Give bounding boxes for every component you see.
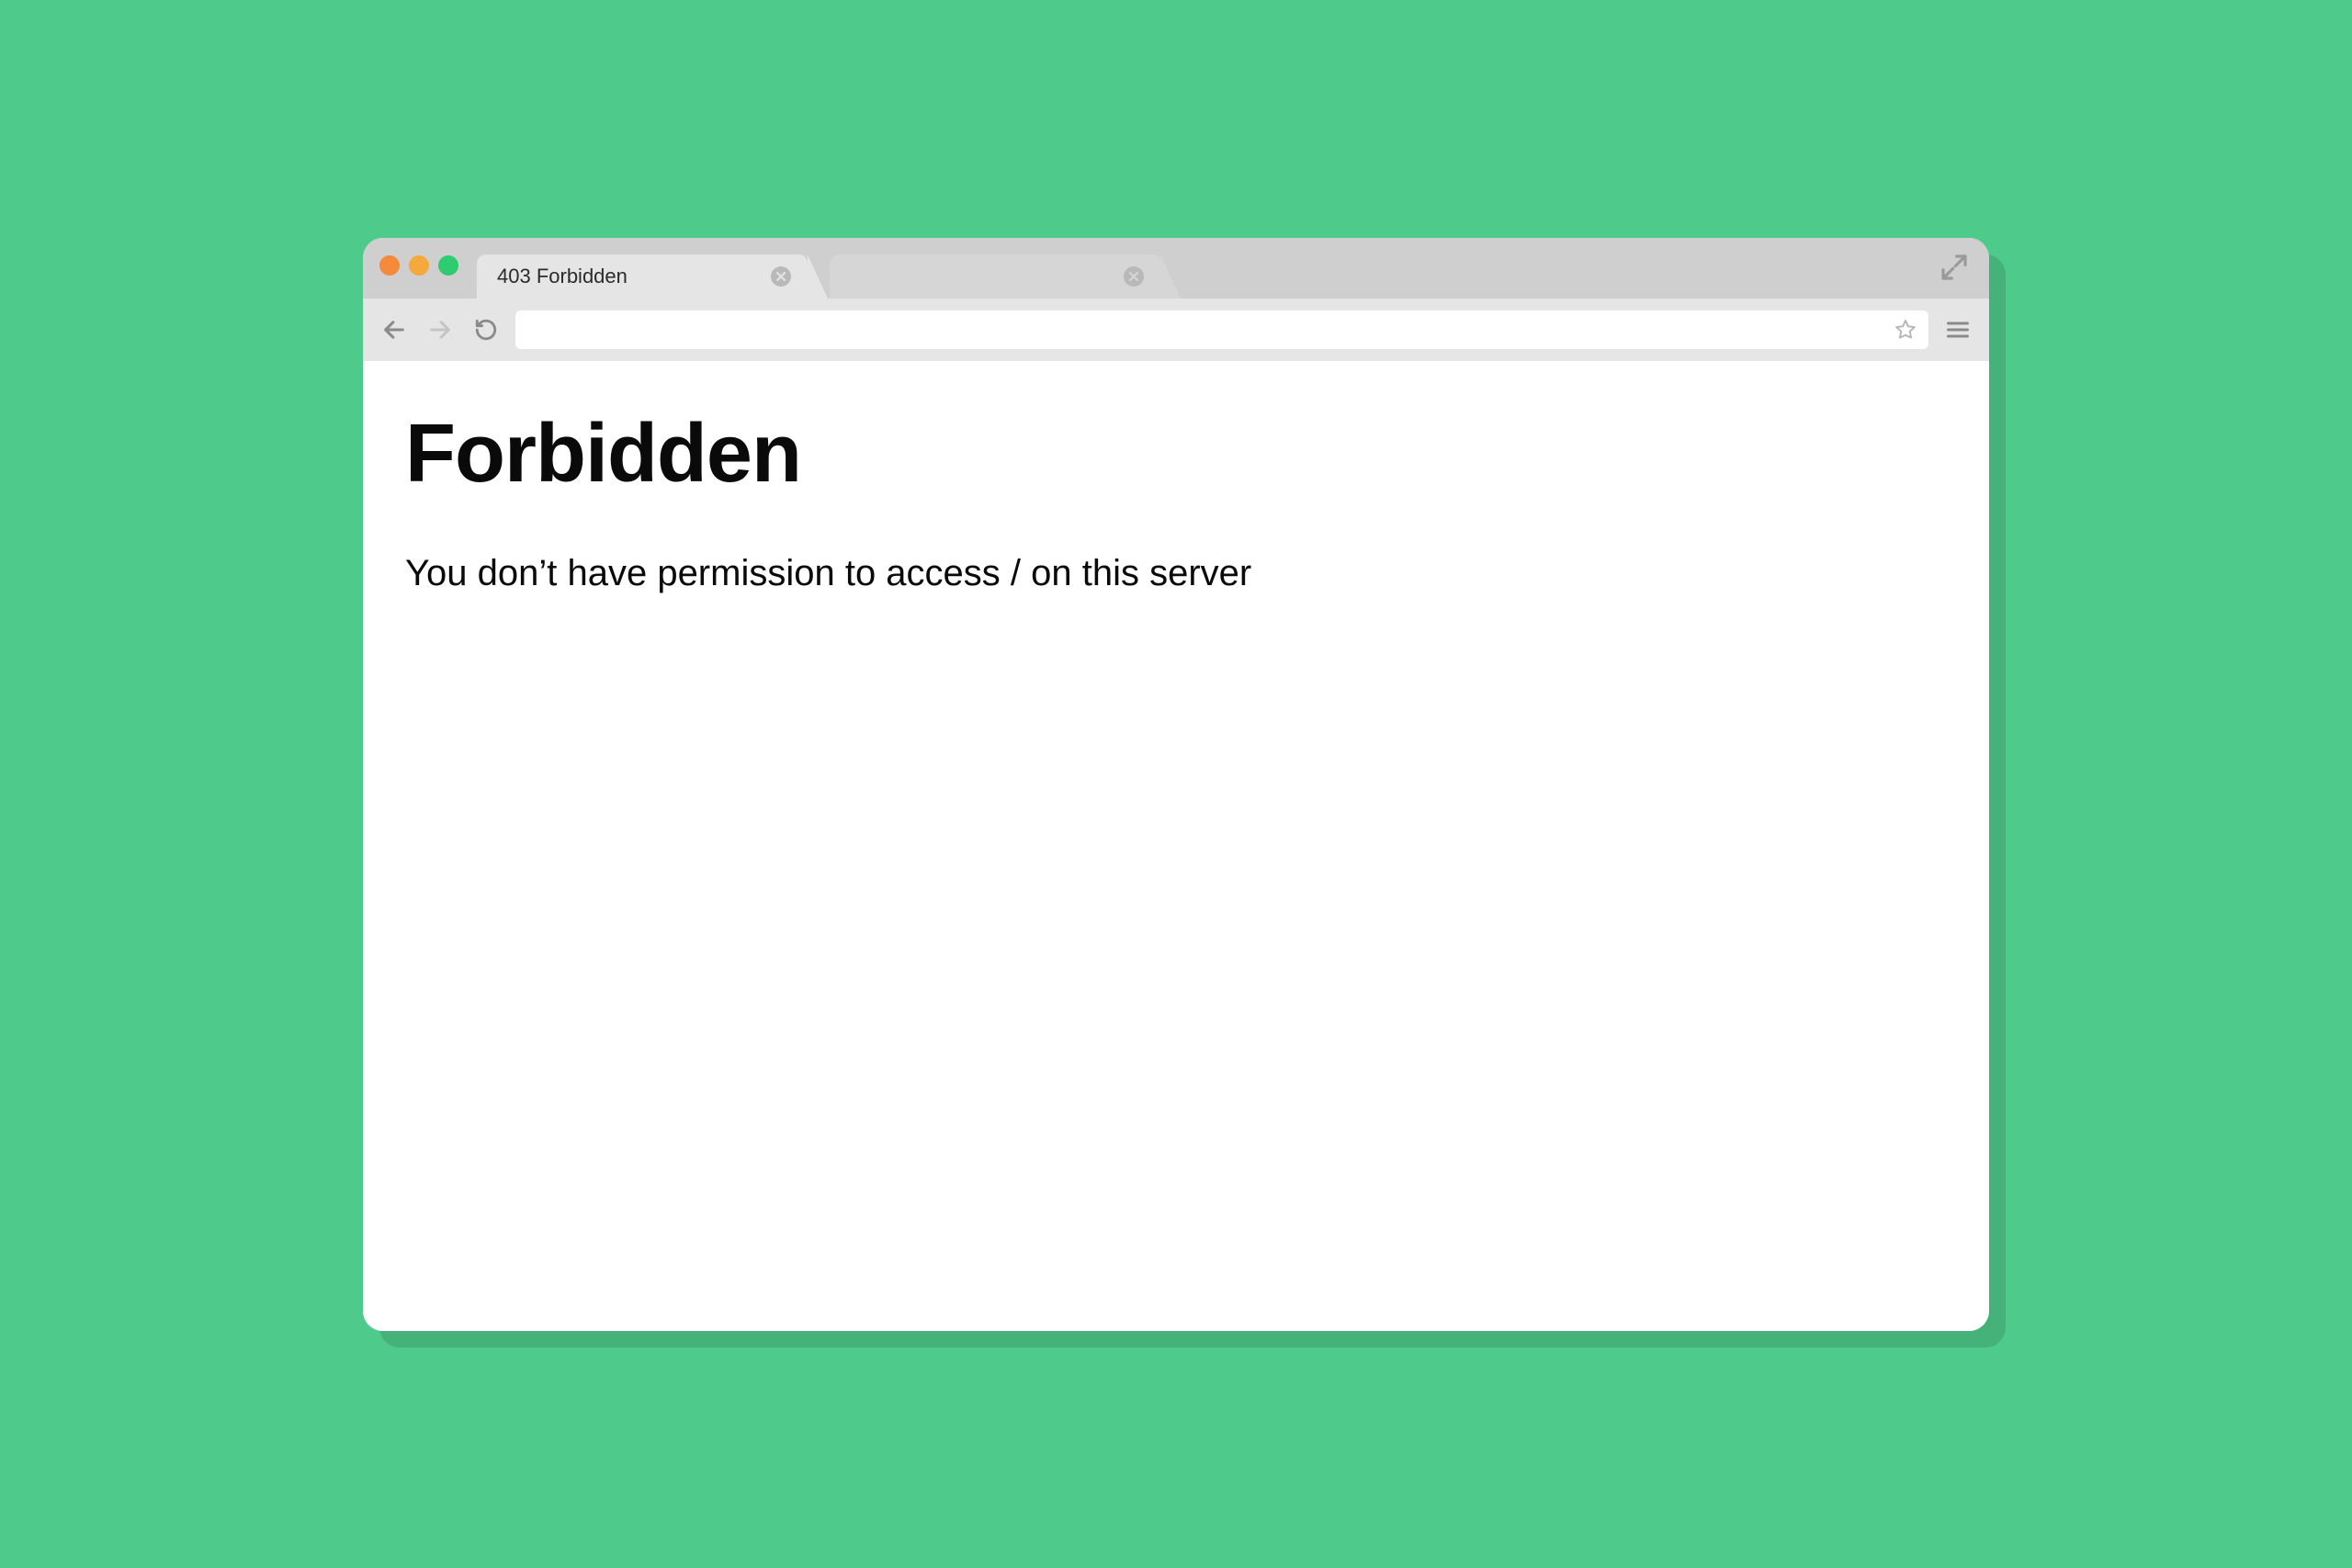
tab-title: 403 Forbidden (497, 265, 771, 288)
arrow-right-icon (427, 317, 453, 343)
reload-button[interactable] (469, 313, 503, 346)
menu-button[interactable] (1941, 313, 1974, 346)
reload-icon (474, 318, 498, 342)
window-controls (379, 255, 458, 276)
fullscreen-button[interactable] (1936, 249, 1973, 286)
star-icon (1894, 319, 1917, 341)
hamburger-icon (1945, 317, 1971, 343)
browser-window: 403 Forbidden (363, 238, 1989, 1331)
arrow-left-icon (381, 317, 407, 343)
tab-bar: 403 Forbidden (363, 238, 1989, 299)
minimize-window-button[interactable] (409, 255, 429, 276)
bookmark-button[interactable] (1893, 316, 1919, 344)
address-bar[interactable] (515, 310, 1928, 349)
address-input[interactable] (525, 319, 1893, 340)
tab-active[interactable]: 403 Forbidden (477, 254, 808, 299)
page-content: Forbidden You don’t have permission to a… (363, 361, 1989, 1331)
back-button[interactable] (378, 313, 411, 346)
error-message: You don’t have permission to access / on… (405, 553, 1947, 594)
forward-button[interactable] (424, 313, 457, 346)
expand-icon (1939, 253, 1969, 282)
close-window-button[interactable] (379, 255, 400, 276)
tab-inactive[interactable] (830, 254, 1160, 299)
tab-close-button[interactable] (771, 266, 791, 287)
close-icon (1129, 272, 1138, 281)
close-icon (776, 272, 786, 281)
tab-close-button[interactable] (1124, 266, 1144, 287)
error-heading: Forbidden (405, 407, 1947, 502)
toolbar (363, 299, 1989, 361)
maximize-window-button[interactable] (438, 255, 458, 276)
